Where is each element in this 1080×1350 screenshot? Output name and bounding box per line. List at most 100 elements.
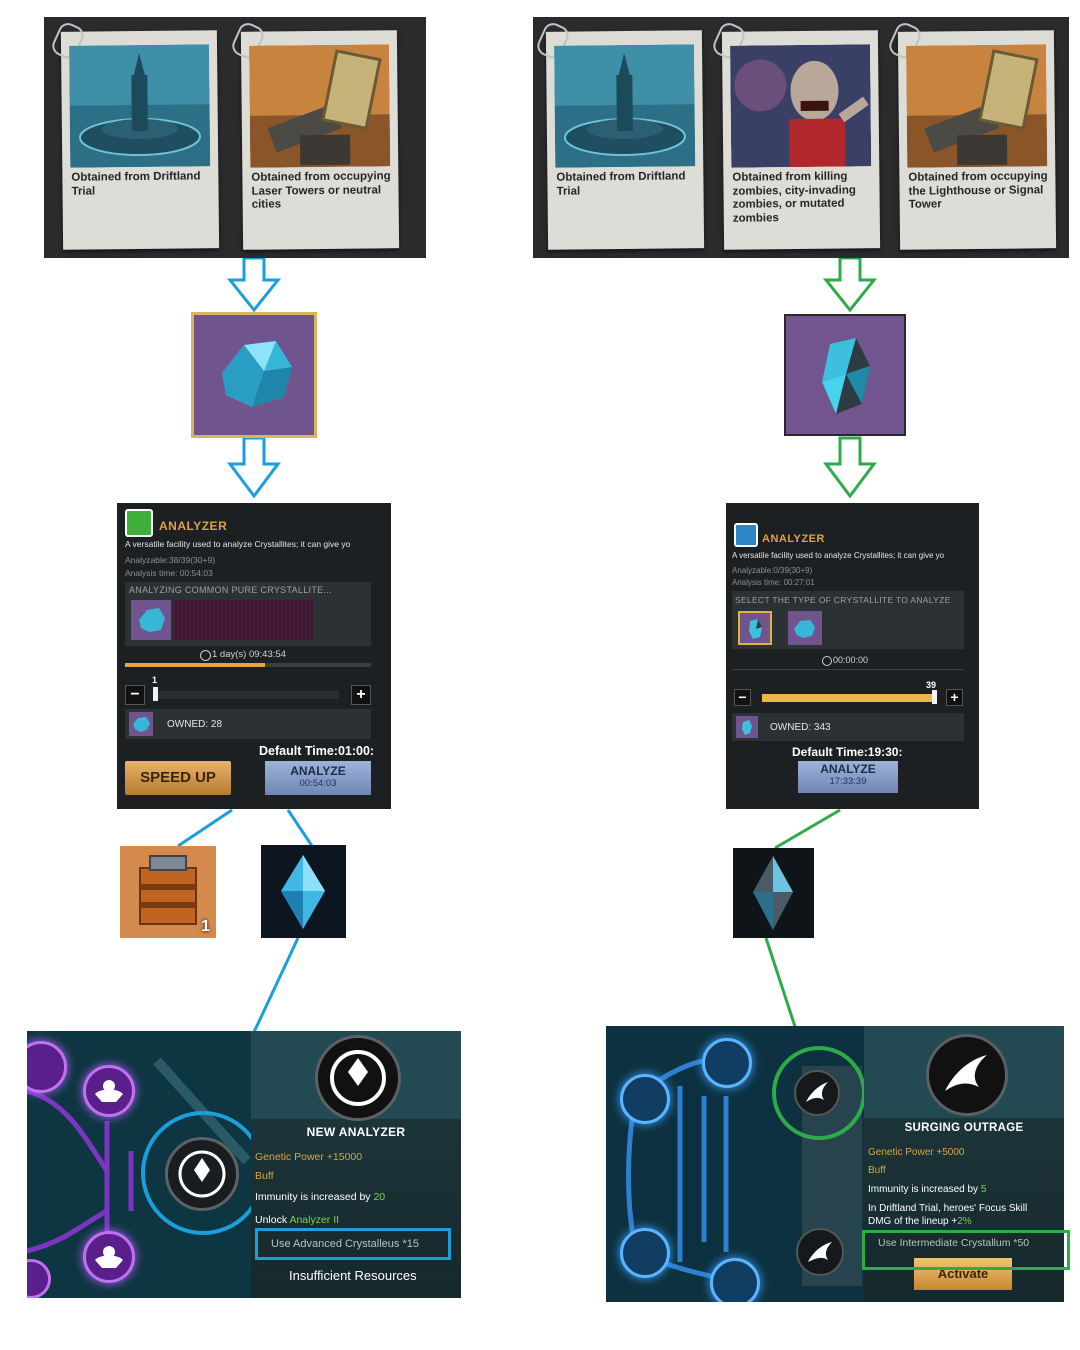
skill-detail-panel: NEW ANALYZER Genetic Power +15000 Buff I… xyxy=(251,1031,461,1298)
analyze-time: 17:33:39 xyxy=(829,776,867,787)
muscle-skill-node[interactable] xyxy=(83,1065,135,1117)
slider-value: 39 xyxy=(926,680,937,690)
left-arrow-2 xyxy=(227,436,281,499)
source-caption: Obtained from occupying Laser Towers or … xyxy=(251,170,391,211)
surging-outrage-skill-icon xyxy=(926,1034,1008,1116)
right-arrow-1 xyxy=(822,256,878,313)
analyze-label: ANALYZE xyxy=(820,762,876,776)
source-card: Obtained from Driftland Trial xyxy=(534,19,705,250)
analysis-slot: ANALYZING COMMON PURE CRYSTALLITE... xyxy=(125,582,371,646)
analysis-timer: 1 day(s) 09:43:54 xyxy=(212,649,286,660)
muscle-skill-node[interactable] xyxy=(83,1231,135,1283)
immunity-text: Immunity is increased by xyxy=(868,1184,981,1195)
owned-row: OWNED: 28 xyxy=(125,709,371,739)
genetic-power: Genetic Power +15000 xyxy=(255,1151,363,1163)
muscle-icon xyxy=(95,1080,123,1102)
intermediate-crystallite-option[interactable] xyxy=(738,611,772,645)
skill-name: SURGING OUTRAGE xyxy=(904,1122,1024,1134)
clock-icon xyxy=(822,656,832,666)
owned-row: OWNED: 343 xyxy=(732,713,964,741)
unlock-value: Analyzer II xyxy=(289,1214,340,1226)
left-source-panel: Obtained from Driftland Trial Obtained f… xyxy=(44,17,426,258)
buff-label: Buff xyxy=(868,1165,886,1176)
source-caption: Obtained from Driftland Trial xyxy=(71,170,201,198)
item-count: 1 xyxy=(201,918,210,935)
right-analyzer-window: ANALYZER A versatile facility used to an… xyxy=(726,503,979,809)
analyzer-logo-icon xyxy=(734,523,758,547)
selection-prompt: SELECT THE TYPE OF CRYSTALLITE TO ANALYZ… xyxy=(735,595,951,605)
analysis-timer: 00:00:00 xyxy=(833,655,869,665)
right-arrow-2 xyxy=(823,436,877,499)
analysis-progress-fill xyxy=(125,663,266,667)
claw-skill-node[interactable] xyxy=(620,1074,670,1124)
left-skill-tree: NEW ANALYZER Genetic Power +15000 Buff I… xyxy=(27,1031,461,1298)
claw-skill-node[interactable] xyxy=(620,1228,670,1278)
left-line-crate xyxy=(177,808,233,848)
fountain-tower-image xyxy=(69,44,211,168)
increase-button[interactable]: + xyxy=(351,685,371,705)
focus-value: 2% xyxy=(957,1216,972,1227)
analyzable-count: Analyzable:0/39(30+9) xyxy=(732,566,813,575)
owned-crystallite-icon xyxy=(736,716,758,738)
flame-skill-node[interactable] xyxy=(796,1228,844,1276)
unlock-text: Unlock xyxy=(255,1214,290,1226)
analyzer-title: ANALYZER xyxy=(762,533,825,545)
flame-claw-icon xyxy=(808,1242,832,1262)
buff-label: Buff xyxy=(255,1170,274,1182)
flame-claw-icon xyxy=(806,1082,828,1102)
owned-count: OWNED: 28 xyxy=(167,719,223,730)
right-line-crystal xyxy=(774,808,841,850)
claw-skill-node[interactable] xyxy=(702,1038,752,1088)
analyzer-description: A versatile facility used to analyze Cry… xyxy=(732,551,945,560)
quantity-slider-knob[interactable] xyxy=(153,687,158,701)
left-line-crystal xyxy=(286,809,314,847)
decrease-button[interactable]: − xyxy=(734,689,751,706)
requirement-highlight xyxy=(862,1230,1070,1270)
analyze-button[interactable]: ANALYZE 00:54:03 xyxy=(265,761,371,795)
increase-button[interactable]: + xyxy=(946,689,963,706)
immunity-text: Immunity is increased by xyxy=(255,1191,374,1203)
unlock-line: Unlock Analyzer II xyxy=(255,1214,339,1226)
owned-count: OWNED: 343 xyxy=(770,722,831,733)
quantity-slider-knob[interactable] xyxy=(932,690,937,704)
analyzer-description: A versatile facility used to analyze Cry… xyxy=(125,539,351,549)
clock-icon xyxy=(200,650,211,661)
source-card: Obtained from Driftland Trial xyxy=(49,19,220,250)
crystal-ring-icon xyxy=(330,1050,386,1106)
focus-line-1: In Driftland Trial, heroes' Focus Skill xyxy=(868,1203,1028,1214)
claw-skill-node[interactable] xyxy=(710,1258,760,1302)
analysis-time: Analysis time: 00:27:01 xyxy=(732,578,815,587)
crystallite-slot-icon xyxy=(131,600,171,640)
quantity-slider-track[interactable] xyxy=(762,694,936,702)
intermediate-crystallum-icon xyxy=(733,848,814,938)
crystallite-selector: SELECT THE TYPE OF CRYSTALLITE TO ANALYZ… xyxy=(732,591,964,649)
analysis-progress-track xyxy=(125,663,371,667)
genetic-power: Genetic Power +5000 xyxy=(868,1147,965,1158)
immunity-value: 20 xyxy=(373,1191,386,1203)
new-analyzer-node[interactable] xyxy=(165,1137,239,1211)
surging-outrage-node[interactable] xyxy=(794,1070,840,1116)
crystal-ring-icon xyxy=(178,1150,226,1198)
source-card: Obtained from killing zombies, city-inva… xyxy=(710,19,881,250)
decrease-button[interactable]: − xyxy=(125,685,145,705)
analyzable-count: Analyzable:38/39(30+9) xyxy=(125,555,216,565)
muscle-icon xyxy=(95,1246,123,1268)
analyze-time: 00:54:03 xyxy=(299,778,337,789)
source-caption: Obtained from Driftland Trial xyxy=(556,170,686,198)
skill-name: NEW ANALYZER xyxy=(306,1125,406,1139)
divider xyxy=(732,669,964,670)
focus-text: DMG of the lineup + xyxy=(868,1216,958,1227)
advanced-crystalleus-icon xyxy=(261,845,346,938)
immunity-line: Immunity is increased by 5 xyxy=(868,1184,986,1195)
source-card: Obtained from occupying Laser Towers or … xyxy=(229,19,400,250)
slider-value: 1 xyxy=(152,675,158,685)
intermediate-crystallite-icon xyxy=(784,314,906,436)
analyze-button[interactable]: ANALYZE 17:33:39 xyxy=(798,761,898,793)
immunity-value: 5 xyxy=(980,1184,987,1195)
speed-up-button[interactable]: SPEED UP xyxy=(125,761,231,795)
common-crystallite-option[interactable] xyxy=(788,611,822,645)
zombie-image xyxy=(730,44,872,168)
quantity-slider-track[interactable] xyxy=(153,691,339,699)
immunity-line: Immunity is increased by 20 xyxy=(255,1191,385,1203)
owned-crystallite-icon xyxy=(129,712,153,736)
